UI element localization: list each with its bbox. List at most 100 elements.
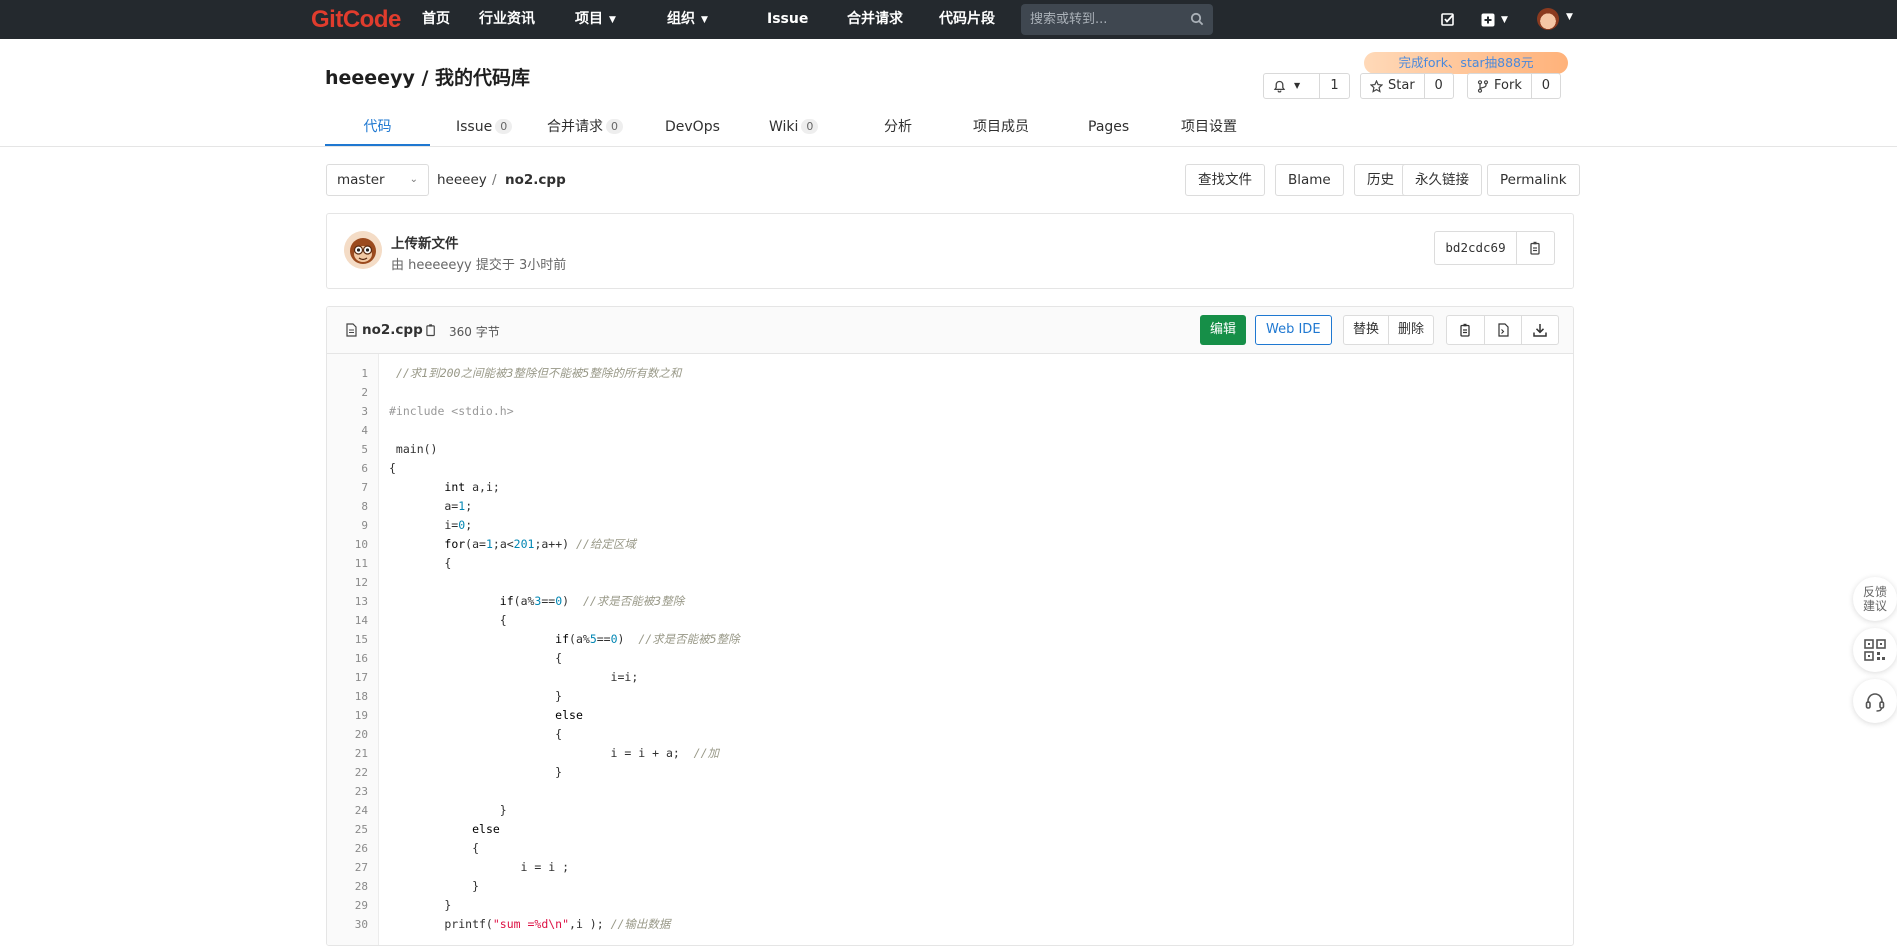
notification-button[interactable]: ▼ [1264,74,1319,98]
line-number[interactable]: 1 [327,364,368,383]
line-number[interactable]: 2 [327,383,368,402]
tab-merge-requests[interactable]: 合并请求 0 [547,112,623,146]
line-number[interactable]: 16 [327,649,368,668]
permalink-button[interactable]: Permalink [1487,164,1580,196]
history-button[interactable]: 历史 [1354,164,1407,196]
nav-item-home[interactable]: 首页 [422,0,450,39]
commit-title[interactable]: 上传新文件 [391,232,459,252]
nav-item-orgs[interactable]: 组织 ▼ [667,0,708,39]
new-item-dropdown[interactable]: ▼ [1481,11,1508,29]
line-number[interactable]: 18 [327,687,368,706]
commit-meta: 由 heeeeeyy 提交于 3小时前 [391,258,567,273]
search-input[interactable] [1021,4,1181,35]
permanent-link-button[interactable]: 永久链接 [1402,164,1482,196]
line-number[interactable]: 17 [327,668,368,687]
tab-analytics[interactable]: 分析 [884,112,912,146]
line-number[interactable]: 10 [327,535,368,554]
line-number[interactable]: 21 [327,744,368,763]
tab-pages[interactable]: Pages [1088,112,1129,146]
tab-wiki[interactable]: Wiki 0 [769,112,819,146]
copy-contents-button[interactable] [1447,316,1484,344]
star-button[interactable]: Star [1361,74,1424,98]
nav-item-news[interactable]: 行业资讯 [479,0,535,39]
todo-icon[interactable] [1441,12,1455,26]
support-button[interactable] [1853,679,1897,723]
raw-file-button[interactable] [1484,316,1521,344]
promo-banner[interactable]: 完成fork、star抽888元 [1364,52,1568,74]
web-ide-button[interactable]: Web IDE [1255,315,1332,345]
line-number[interactable]: 15 [327,630,368,649]
code-text: } [389,765,563,779]
breadcrumb-separator: / [492,172,497,188]
tab-members[interactable]: 项目成员 [973,112,1029,146]
chevron-down-icon[interactable]: ▼ [1566,12,1573,30]
line-number[interactable]: 23 [327,782,368,801]
line-number[interactable]: 27 [327,858,368,877]
commit-author-avatar[interactable] [344,231,382,269]
code-text: if(a%3==0) //求是否能被3整除 [499,594,685,608]
branch-selector[interactable]: master ⌄ [326,164,429,196]
tab-devops[interactable]: DevOps [665,112,720,146]
nav-item-snippets[interactable]: 代码片段 [939,0,995,39]
fork-button[interactable]: Fork [1468,74,1531,98]
delete-button[interactable]: 删除 [1388,316,1433,344]
blame-button[interactable]: Blame [1275,164,1344,196]
line-number[interactable]: 22 [327,763,368,782]
line-number[interactable]: 5 [327,440,368,459]
line-number[interactable]: 24 [327,801,368,820]
code-line: 28 } [327,877,1573,896]
code-line: 8 a=1; [327,497,1573,516]
line-number[interactable]: 11 [327,554,368,573]
copy-sha-button[interactable] [1516,231,1555,265]
qr-code-button[interactable] [1853,628,1897,672]
copy-path-icon[interactable] [426,323,437,337]
line-number[interactable]: 26 [327,839,368,858]
breadcrumb-dir[interactable]: heeeey [437,172,487,188]
search-icon[interactable] [1190,12,1204,26]
line-number[interactable]: 19 [327,706,368,725]
code-text: i=0; [389,518,473,532]
edit-button[interactable]: 编辑 [1200,315,1247,345]
line-number[interactable]: 14 [327,611,368,630]
line-number[interactable]: 20 [327,725,368,744]
commit-sha[interactable]: bd2cdc69 [1434,231,1517,265]
code-line: 29 } [327,896,1573,915]
replace-button[interactable]: 替换 [1344,316,1388,344]
line-number[interactable]: 8 [327,497,368,516]
star-icon [1370,79,1383,93]
nav-item-issue[interactable]: Issue [767,0,808,39]
line-number[interactable]: 13 [327,592,368,611]
code-line: 5 main() [327,440,1573,459]
fork-count[interactable]: 0 [1530,74,1560,98]
nav-item-projects[interactable]: 项目 ▼ [575,0,616,39]
code-line: 1 //求1到200之间能被3整除但不能被5整除的所有数之和 [327,364,1573,383]
line-number[interactable]: 28 [327,877,368,896]
tab-issue[interactable]: Issue 0 [456,112,513,146]
gitcode-logo[interactable]: GitCode [311,6,401,34]
find-file-button[interactable]: 查找文件 [1185,164,1265,196]
project-title[interactable]: heeeeyy / 我的代码库 [325,63,530,90]
breadcrumb-file[interactable]: no2.cpp [505,172,566,188]
feedback-button[interactable]: 反馈建议 [1853,577,1897,621]
qr-code-icon [1864,639,1886,661]
code-line: 4 [327,421,1573,440]
tab-badge: 0 [801,119,819,134]
line-number[interactable]: 29 [327,896,368,915]
code-text: i = i ; [389,860,570,874]
line-number[interactable]: 7 [327,478,368,497]
line-number[interactable]: 12 [327,573,368,592]
nav-item-merge-requests[interactable]: 合并请求 [847,0,903,39]
download-button[interactable] [1521,316,1558,344]
file-name: no2.cpp [362,322,423,338]
line-number[interactable]: 6 [327,459,368,478]
raw-file-icon [1497,323,1509,337]
line-number[interactable]: 4 [327,421,368,440]
line-number[interactable]: 25 [327,820,368,839]
tab-settings[interactable]: 项目设置 [1181,112,1237,146]
line-number[interactable]: 9 [327,516,368,535]
tab-code[interactable]: 代码 [325,112,430,146]
star-count[interactable]: 0 [1423,74,1453,98]
avatar[interactable] [1537,8,1559,30]
line-number[interactable]: 3 [327,402,368,421]
code-line: 10 for(a=1;a<201;a++) //给定区域 [327,535,1573,554]
